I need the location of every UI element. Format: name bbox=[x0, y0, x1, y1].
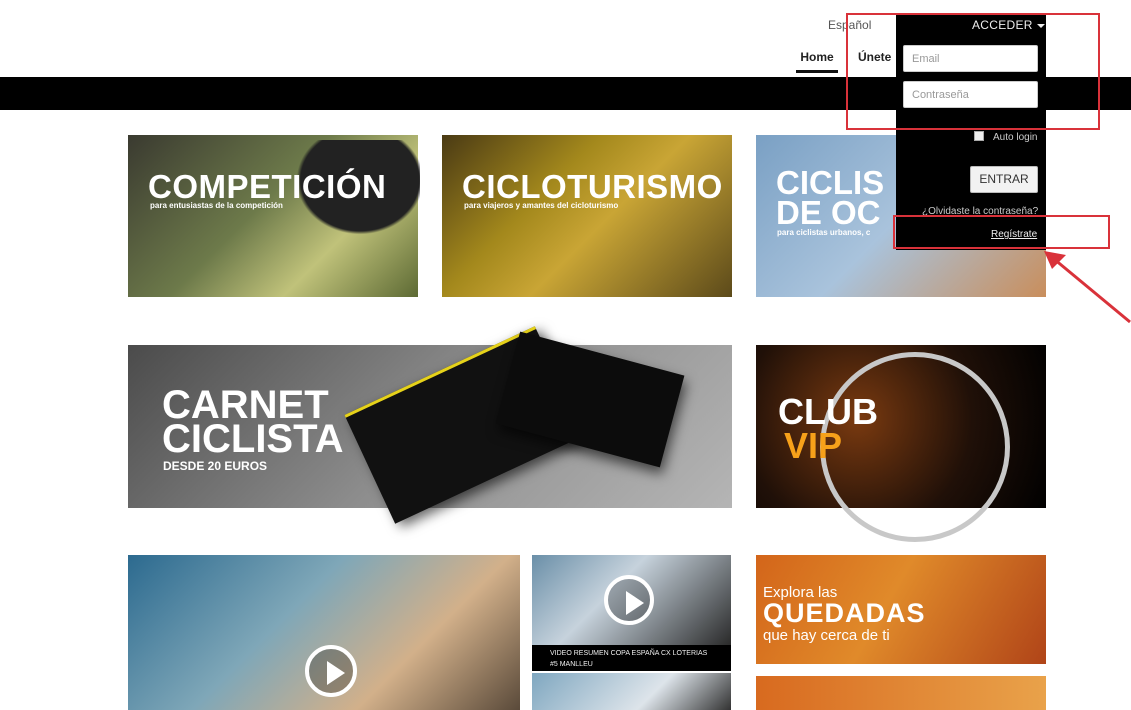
tile-orange-bottom[interactable] bbox=[756, 676, 1046, 710]
tile-quedadas-title: QUEDADAS bbox=[763, 598, 926, 628]
tile-carnet-subtitle: DESDE 20 EUROS bbox=[163, 459, 268, 473]
play-icon[interactable] bbox=[604, 575, 654, 625]
play-icon[interactable] bbox=[305, 645, 357, 697]
tile-cicloturismo-title: CICLOTURISMO bbox=[462, 168, 723, 205]
tile-cicloturismo-subtitle: para viajeros y amantes del cicloturismo bbox=[464, 201, 619, 210]
nav-home[interactable]: Home bbox=[796, 50, 838, 73]
annotation-box-login bbox=[846, 13, 1100, 130]
bike-wheel-image bbox=[820, 352, 1010, 542]
video-caption: VIDEO RESUMEN COPA ESPAÑA CX LOTERIAS #5… bbox=[532, 645, 731, 671]
entrar-button[interactable]: ENTRAR bbox=[970, 166, 1038, 193]
tile-video-third[interactable] bbox=[532, 673, 731, 710]
tile-competicion-title: COMPETICIÓN bbox=[148, 168, 387, 205]
tile-ocio-title-line2: DE OC bbox=[776, 194, 881, 231]
tile-quedadas-line3: que hay cerca de ti bbox=[763, 627, 890, 644]
auto-login-checkbox[interactable] bbox=[974, 131, 984, 141]
tile-carnet-title-line2: CICLISTA bbox=[162, 417, 344, 461]
auto-login-label: Auto login bbox=[993, 132, 1038, 143]
cyclist-helmet-image bbox=[220, 140, 420, 300]
annotation-box-register bbox=[893, 215, 1110, 249]
tile-club-title-line2: VIP bbox=[784, 425, 843, 466]
tile-cicloturismo[interactable] bbox=[442, 135, 732, 297]
tile-competicion-subtitle: para entusiastas de la competición bbox=[150, 201, 283, 210]
tile-ocio-subtitle: para ciclistas urbanos, c bbox=[777, 228, 871, 237]
annotation-arrow-icon bbox=[1044, 251, 1131, 324]
